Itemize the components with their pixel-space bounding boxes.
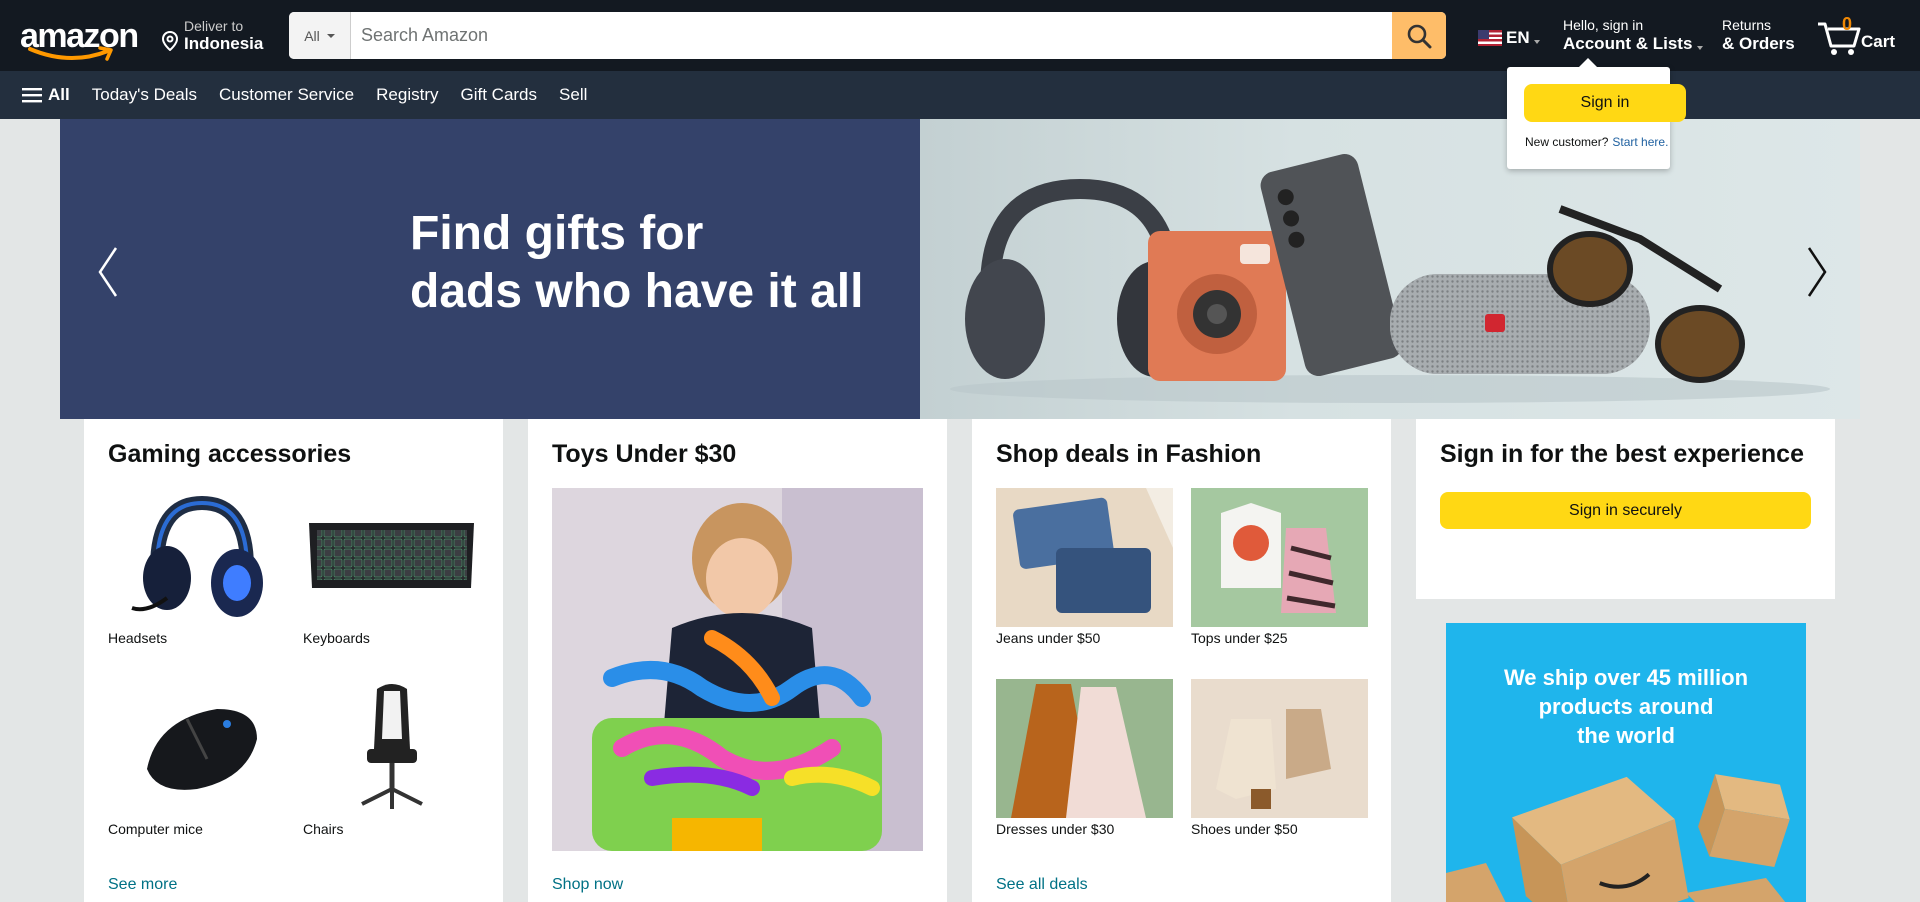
headset-image	[108, 488, 285, 627]
ship-banner-text: We ship over 45 million products around …	[1446, 663, 1806, 750]
ship-worldwide-banner[interactable]: We ship over 45 million products around …	[1446, 623, 1806, 902]
account-greeting: Hello, sign in	[1563, 17, 1644, 33]
carousel-next-icon[interactable]	[1795, 242, 1835, 302]
hero-products-illustration	[950, 154, 1830, 403]
see-all-deals-link[interactable]: See all deals	[996, 876, 1088, 894]
deliver-label: Deliver to	[184, 18, 244, 34]
language-code: EN	[1506, 28, 1530, 47]
keyboard-image	[303, 488, 480, 627]
search-button[interactable]	[1392, 12, 1446, 59]
all-menu-button[interactable]: All	[22, 85, 70, 105]
card-title: Sign in for the best experience	[1440, 440, 1804, 468]
new-customer-text: New customer?	[1525, 135, 1609, 149]
ship-banner-line-2: products around	[1538, 694, 1714, 719]
tile-headsets[interactable]: Headsets	[108, 488, 285, 646]
chevron-down-icon	[1533, 40, 1540, 44]
hamburger-menu-icon	[22, 88, 42, 103]
tile-caption: Dresses under $30	[996, 821, 1115, 837]
tile-caption: Tops under $25	[1191, 630, 1288, 646]
location-pin-icon	[161, 31, 179, 51]
hero-title-line-2: dads who have it all	[410, 265, 864, 318]
tile-jeans[interactable]: Jeans under $50	[996, 488, 1173, 646]
shop-now-link[interactable]: Shop now	[552, 876, 623, 894]
tile-keyboards[interactable]: Keyboards	[303, 488, 480, 646]
see-more-link[interactable]: See more	[108, 876, 177, 894]
fashion-deals-card: Shop deals in Fashion Jeans under $50 To…	[972, 419, 1391, 902]
sign-in-popover: Sign in New customer? Start here.	[1507, 58, 1686, 169]
tile-caption: Chairs	[303, 821, 344, 837]
hero-title: Find gifts for dads who have it all	[410, 205, 863, 321]
card-title: Shop deals in Fashion	[996, 440, 1262, 468]
new-customer-row: New customer? Start here.	[1525, 135, 1668, 149]
search-icon	[1407, 24, 1432, 48]
tile-chairs[interactable]: Chairs	[303, 679, 480, 837]
dresses-image	[996, 679, 1173, 818]
tile-caption: Jeans under $50	[996, 630, 1101, 646]
deliver-country: Indonesia	[184, 34, 264, 53]
toys-under-30-card: Toys Under $30 Shop now	[528, 419, 947, 902]
hero-title-line-1: Find gifts for	[410, 207, 704, 260]
instant-camera-image	[1148, 231, 1286, 381]
tile-caption: Computer mice	[108, 821, 203, 837]
account-and-lists[interactable]: Hello, sign in Account & Lists	[1563, 17, 1704, 54]
nav-customer-service[interactable]: Customer Service	[219, 85, 354, 105]
hero-text-panel: Find gifts for dads who have it all	[60, 119, 920, 419]
shoes-image	[1191, 679, 1368, 818]
language-selector[interactable]: EN	[1478, 28, 1540, 48]
hero-product-image	[920, 119, 1860, 419]
orders-label: & Orders	[1722, 34, 1795, 53]
tile-dresses[interactable]: Dresses under $30	[996, 679, 1173, 837]
tile-caption: Keyboards	[303, 630, 370, 646]
ship-banner-line-1: We ship over 45 million	[1503, 665, 1749, 690]
carousel-previous-icon[interactable]	[90, 242, 130, 302]
tile-tops[interactable]: Tops under $25	[1191, 488, 1368, 646]
amazon-logo[interactable]: amazon	[16, 14, 142, 61]
returns-label: Returns	[1722, 17, 1772, 33]
cart-icon	[1818, 22, 1861, 55]
nav-sell[interactable]: Sell	[559, 85, 587, 105]
account-lists-row: Account & Lists	[1563, 34, 1704, 54]
returns-and-orders[interactable]: Returns & Orders	[1722, 17, 1795, 54]
gaming-chair-image	[303, 679, 480, 818]
sign-in-securely-button[interactable]: Sign in securely	[1440, 492, 1811, 529]
logo-smile-icon	[28, 46, 113, 61]
nav-gift-cards[interactable]: Gift Cards	[461, 85, 538, 105]
toys-image[interactable]	[552, 488, 923, 851]
tile-caption: Headsets	[108, 630, 168, 646]
search-input[interactable]	[351, 12, 1392, 59]
search-category-dropdown[interactable]: All	[289, 12, 351, 59]
nav-todays-deals[interactable]: Today's Deals	[92, 85, 197, 105]
sign-in-card: Sign in for the best experience Sign in …	[1416, 419, 1835, 599]
jeans-image	[996, 488, 1173, 627]
us-flag-icon	[1478, 30, 1502, 46]
search-bar: All	[289, 12, 1446, 59]
tops-image	[1191, 488, 1368, 627]
search-category-label: All	[304, 27, 320, 44]
start-here-link[interactable]: Start here.	[1612, 135, 1668, 149]
chevron-down-icon	[1697, 46, 1704, 50]
tile-caption: Shoes under $50	[1191, 821, 1298, 837]
tile-shoes[interactable]: Shoes under $50	[1191, 679, 1368, 837]
card-title: Toys Under $30	[552, 440, 737, 468]
computer-mouse-image	[108, 679, 285, 818]
gaming-accessories-card: Gaming accessories Headsets Keyboards Co…	[84, 419, 503, 902]
top-navigation-bar: amazon Deliver to Indonesia All EN	[0, 0, 1920, 71]
cart-button[interactable]: 0 Cart	[1816, 14, 1900, 58]
cart-label: Cart	[1861, 32, 1896, 51]
nav-registry[interactable]: Registry	[376, 85, 438, 105]
account-lists-label: Account & Lists	[1563, 34, 1693, 53]
all-menu-label: All	[48, 85, 70, 104]
popover-sign-in-button[interactable]: Sign in	[1524, 84, 1686, 122]
shipping-boxes-illustration	[1446, 774, 1790, 902]
tile-computer-mice[interactable]: Computer mice	[108, 679, 285, 837]
chevron-down-icon	[326, 33, 335, 38]
cart-count: 0	[1842, 14, 1853, 34]
card-title: Gaming accessories	[108, 440, 352, 468]
